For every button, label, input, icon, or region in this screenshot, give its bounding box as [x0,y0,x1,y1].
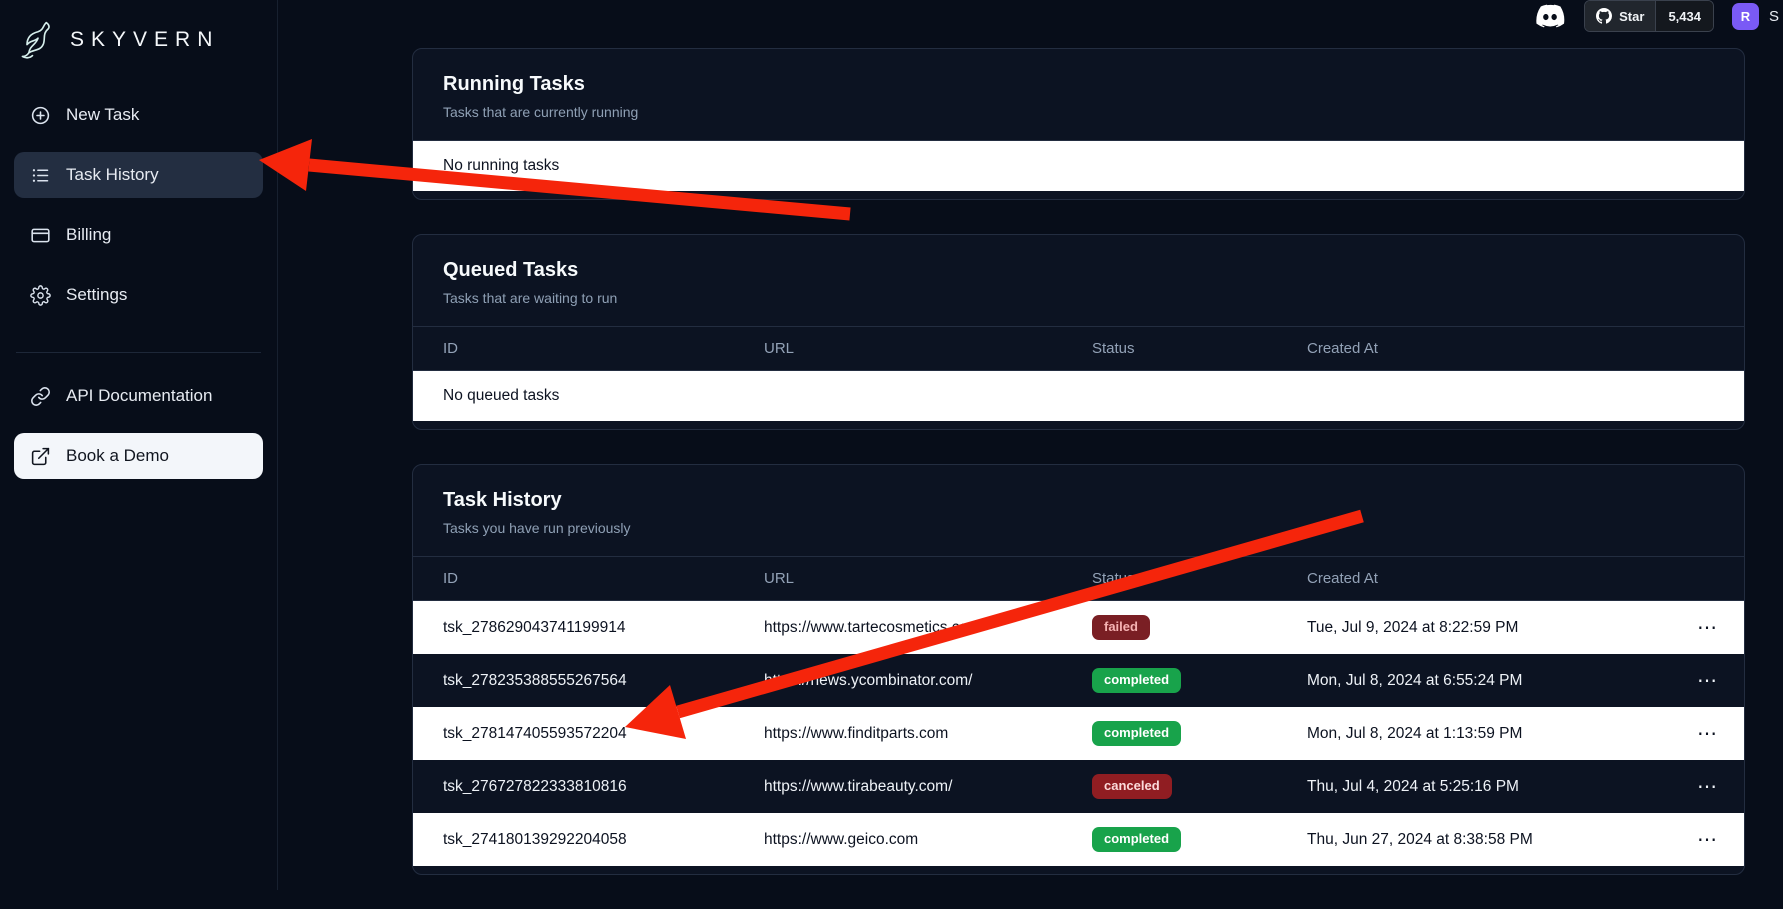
task-history-card: Task History Tasks you have run previous… [412,464,1745,875]
sidebar-item-book-a-demo[interactable]: Book a Demo [14,433,263,479]
sidebar-item-label: Billing [66,225,111,245]
row-actions-button[interactable]: ⋯ [1670,671,1744,691]
github-star-button[interactable]: Star 5,434 [1584,0,1714,32]
ellipsis-icon: ⋯ [1697,829,1717,851]
content: Running Tasks Tasks that are currently r… [278,32,1783,909]
github-star-count: 5,434 [1655,1,1713,31]
github-icon [1596,8,1612,24]
plus-circle-icon [30,105,51,126]
credit-card-icon [30,225,51,246]
list-icon [30,165,51,186]
user-name-partial: S [1769,8,1779,25]
column-header-created-at: Created At [1307,340,1670,357]
row-actions-button[interactable]: ⋯ [1670,830,1744,850]
external-link-icon [30,446,51,467]
ellipsis-icon: ⋯ [1697,617,1717,639]
discord-icon[interactable] [1534,0,1566,32]
table-row[interactable]: tsk_278235388555267564 https://news.ycom… [413,654,1744,707]
queued-tasks-card: Queued Tasks Tasks that are waiting to r… [412,234,1745,430]
queued-tasks-header: Queued Tasks Tasks that are waiting to r… [413,235,1744,327]
task-url-cell: https://www.finditparts.com [764,725,1092,743]
column-header-status: Status [1092,340,1307,357]
status-badge: completed [1092,668,1181,692]
sidebar-item-task-history[interactable]: Task History [14,152,263,198]
card-subtitle: Tasks you have run previously [443,520,1714,536]
task-history-table: ID URL Status Created At tsk_27862904374… [413,557,1744,874]
sidebar-item-new-task[interactable]: New Task [14,92,263,138]
sidebar-item-billing[interactable]: Billing [14,212,263,258]
sidebar-item-settings[interactable]: Settings [14,272,263,318]
github-star-label: Star [1619,9,1644,24]
queued-tasks-table: ID URL Status Created At No queued tasks [413,327,1744,429]
task-id-cell: tsk_278629043741199914 [443,619,764,637]
brand-logo[interactable]: SKYVERN [14,10,263,78]
created-at-cell: Tue, Jul 9, 2024 at 8:22:59 PM [1307,619,1670,637]
status-badge: canceled [1092,774,1172,798]
task-id-cell: tsk_274180139292204058 [443,831,764,849]
link-icon [30,386,51,407]
row-actions-button[interactable]: ⋯ [1670,724,1744,744]
row-actions-button[interactable]: ⋯ [1670,777,1744,797]
status-badge: completed [1092,721,1181,745]
card-title: Queued Tasks [443,259,1714,282]
column-header-created-at: Created At [1307,570,1670,587]
table-row[interactable]: tsk_278147405593572204 https://www.findi… [413,707,1744,760]
status-badge: completed [1092,827,1181,851]
table-row[interactable]: tsk_278629043741199914 https://www.tarte… [413,601,1744,654]
sidebar-item-label: Settings [66,285,127,305]
task-id-cell: tsk_278147405593572204 [443,725,764,743]
ellipsis-icon: ⋯ [1697,776,1717,798]
running-tasks-header: Running Tasks Tasks that are currently r… [413,49,1744,141]
task-url-cell: https://www.tartecosmetics.com [764,619,1092,637]
main-area: Star 5,434 R S Running Tasks Tasks that … [278,0,1783,890]
column-header-status: Status [1092,570,1307,587]
column-header-url: URL [764,340,1092,357]
task-history-header: Task History Tasks you have run previous… [413,465,1744,557]
ellipsis-icon: ⋯ [1697,670,1717,692]
history-table-header: ID URL Status Created At [413,557,1744,601]
sidebar: SKYVERN New Task Task History Billing Se… [0,0,278,890]
topbar: Star 5,434 R S [278,0,1783,32]
avatar[interactable]: R [1732,3,1759,30]
card-subtitle: Tasks that are currently running [443,104,1714,120]
created-at-cell: Mon, Jul 8, 2024 at 1:13:59 PM [1307,725,1670,743]
card-title: Task History [443,489,1714,512]
task-id-cell: tsk_278235388555267564 [443,672,764,690]
table-row[interactable]: tsk_274180139292204058 https://www.geico… [413,813,1744,866]
created-at-cell: Mon, Jul 8, 2024 at 6:55:24 PM [1307,672,1670,690]
queued-table-header: ID URL Status Created At [413,327,1744,371]
running-tasks-card: Running Tasks Tasks that are currently r… [412,48,1745,200]
primary-nav: New Task Task History Billing Settings A… [14,92,263,479]
task-url-cell: https://news.ycombinator.com/ [764,672,1092,690]
task-url-cell: https://www.geico.com [764,831,1092,849]
queued-empty-row: No queued tasks [413,371,1744,421]
sidebar-item-label: Book a Demo [66,446,169,466]
row-actions-button[interactable]: ⋯ [1670,618,1744,638]
column-header-id: ID [443,570,764,587]
history-table-body: tsk_278629043741199914 https://www.tarte… [413,601,1744,866]
ellipsis-icon: ⋯ [1697,723,1717,745]
task-id-cell: tsk_276727822333810816 [443,778,764,796]
column-header-url: URL [764,570,1092,587]
sidebar-divider [16,352,261,353]
task-url-cell: https://www.tirabeauty.com/ [764,778,1092,796]
created-at-cell: Thu, Jul 4, 2024 at 5:25:16 PM [1307,778,1670,796]
running-tasks-table: No running tasks [413,141,1744,199]
status-badge: failed [1092,615,1150,639]
sidebar-item-label: New Task [66,105,139,125]
sidebar-item-label: API Documentation [66,386,212,406]
sidebar-item-api-documentation[interactable]: API Documentation [14,373,263,419]
table-row[interactable]: tsk_276727822333810816 https://www.tirab… [413,760,1744,813]
column-header-id: ID [443,340,764,357]
running-empty-row: No running tasks [413,141,1744,191]
brand-name: SKYVERN [70,28,219,52]
card-title: Running Tasks [443,73,1714,96]
gear-icon [30,285,51,306]
skyvern-logo-icon [16,18,60,62]
created-at-cell: Thu, Jun 27, 2024 at 8:38:58 PM [1307,831,1670,849]
sidebar-item-label: Task History [66,165,159,185]
card-subtitle: Tasks that are waiting to run [443,290,1714,306]
